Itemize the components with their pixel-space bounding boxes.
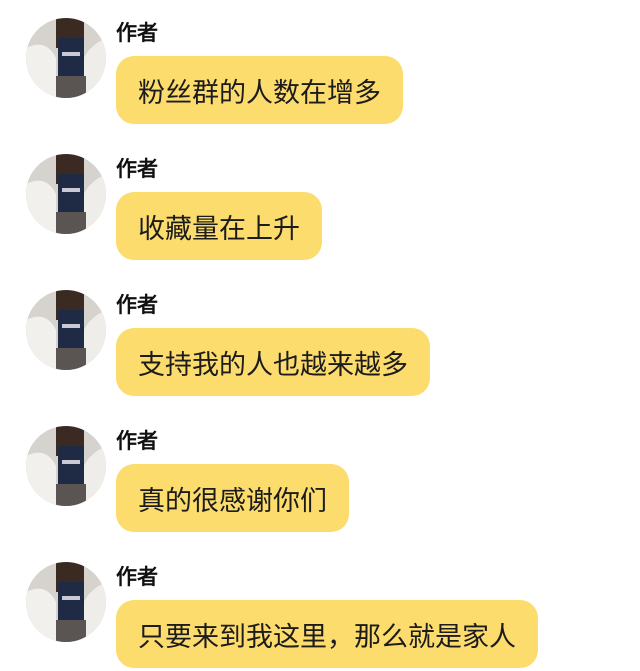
sender-name: 作者 xyxy=(116,21,158,45)
user-avatar-photo-icon xyxy=(26,18,106,98)
chat-message: 作者 收藏量在上升 xyxy=(0,136,640,272)
user-avatar-photo-icon xyxy=(26,290,106,370)
avatar[interactable] xyxy=(26,426,106,506)
sender-name: 作者 xyxy=(116,157,158,181)
chat-message: 作者 支持我的人也越来越多 xyxy=(0,272,640,408)
user-avatar-photo-icon xyxy=(26,154,106,234)
message-bubble[interactable]: 支持我的人也越来越多 xyxy=(116,328,430,396)
avatar[interactable] xyxy=(26,18,106,98)
sender-name: 作者 xyxy=(116,565,158,589)
avatar[interactable] xyxy=(26,154,106,234)
avatar[interactable] xyxy=(26,290,106,370)
avatar[interactable] xyxy=(26,562,106,642)
message-bubble[interactable]: 只要来到我这里，那么就是家人 xyxy=(116,600,538,668)
chat-message: 作者 只要来到我这里，那么就是家人 xyxy=(0,544,640,671)
user-avatar-photo-icon xyxy=(26,426,106,506)
chat-message: 作者 真的很感谢你们 xyxy=(0,408,640,544)
chat-thread: 作者 粉丝群的人数在增多 作者 收藏量在上升 作者 支持我的人也越来越多 作者 … xyxy=(0,0,640,671)
user-avatar-photo-icon xyxy=(26,562,106,642)
message-bubble[interactable]: 真的很感谢你们 xyxy=(116,464,349,532)
sender-name: 作者 xyxy=(116,429,158,453)
chat-message: 作者 粉丝群的人数在增多 xyxy=(0,0,640,136)
sender-name: 作者 xyxy=(116,293,158,317)
message-bubble[interactable]: 粉丝群的人数在增多 xyxy=(116,56,403,124)
message-bubble[interactable]: 收藏量在上升 xyxy=(116,192,322,260)
